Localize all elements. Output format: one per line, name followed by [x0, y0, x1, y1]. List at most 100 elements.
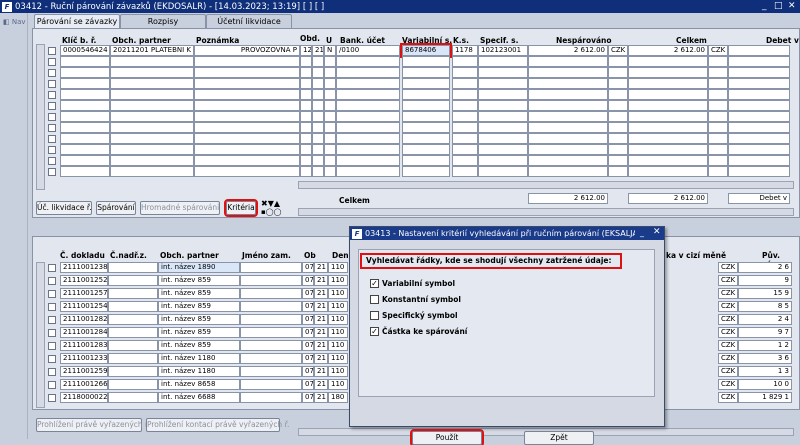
empty-cell[interactable]: [528, 100, 608, 111]
sort-radio-group[interactable]: ▪◯◯: [261, 208, 281, 216]
empty-cell[interactable]: [60, 100, 110, 111]
cell-jmeno[interactable]: [240, 301, 302, 312]
row-checkbox[interactable]: [48, 69, 56, 77]
empty-cell[interactable]: [452, 155, 478, 166]
cell-cur[interactable]: CZK: [718, 366, 738, 377]
empty-cell[interactable]: [110, 111, 194, 122]
cell-cur[interactable]: CZK: [718, 379, 738, 390]
empty-cell[interactable]: [452, 89, 478, 100]
cell-doc[interactable]: 2111001283: [60, 340, 108, 351]
tab-parovani[interactable]: Párování se závazky: [34, 14, 120, 29]
empty-cell[interactable]: [608, 56, 628, 67]
empty-cell[interactable]: [628, 78, 708, 89]
top-left-scrollbar[interactable]: [36, 44, 45, 190]
empty-cell[interactable]: [194, 155, 300, 166]
cell-jmeno[interactable]: [240, 392, 302, 403]
apply-button[interactable]: Použít: [410, 429, 484, 445]
empty-cell[interactable]: [708, 166, 728, 177]
cell-per[interactable]: 21: [314, 340, 328, 351]
empty-cell[interactable]: [402, 56, 450, 67]
empty-cell[interactable]: [336, 56, 400, 67]
cell-nadr[interactable]: [108, 262, 158, 273]
cell-debet[interactable]: [728, 45, 790, 56]
criteria-option[interactable]: Specifický symbol: [370, 311, 570, 322]
cell-den[interactable]: 110: [328, 379, 348, 390]
cell-jmeno[interactable]: [240, 379, 302, 390]
empty-cell[interactable]: [336, 122, 400, 133]
cell-den[interactable]: 110: [328, 301, 348, 312]
cell-den[interactable]: 110: [328, 327, 348, 338]
empty-cell[interactable]: [336, 78, 400, 89]
empty-cell[interactable]: [478, 89, 528, 100]
hromadne-button[interactable]: Hromadné spárování: [140, 201, 220, 215]
cell-den[interactable]: 180: [328, 392, 348, 403]
cell-jmeno[interactable]: [240, 262, 302, 273]
nav-toggle[interactable]: ◧ Nav: [3, 18, 26, 26]
empty-cell[interactable]: [110, 122, 194, 133]
empty-cell[interactable]: [608, 133, 628, 144]
empty-cell[interactable]: [60, 67, 110, 78]
criteria-option[interactable]: ✓ Částka ke spárování: [370, 327, 570, 338]
empty-cell[interactable]: [528, 67, 608, 78]
cell-total[interactable]: 2 612.00: [628, 45, 708, 56]
row-checkbox[interactable]: [48, 264, 56, 272]
cell-per[interactable]: 21: [314, 301, 328, 312]
cell-den[interactable]: 110: [328, 275, 348, 286]
parovani-button[interactable]: Spárování: [96, 201, 136, 215]
empty-cell[interactable]: [110, 166, 194, 177]
empty-cell[interactable]: [528, 89, 608, 100]
empty-cell[interactable]: [478, 100, 528, 111]
cell-jmeno[interactable]: [240, 275, 302, 286]
checkbox-icon[interactable]: [370, 311, 379, 320]
cell-doc[interactable]: 2111001266: [60, 379, 108, 390]
empty-cell[interactable]: [324, 67, 336, 78]
cell-amt[interactable]: 3 6: [738, 353, 792, 364]
empty-cell[interactable]: [60, 111, 110, 122]
cell-ob[interactable]: 07: [302, 366, 314, 377]
empty-cell[interactable]: [452, 78, 478, 89]
cell-per[interactable]: 21: [314, 353, 328, 364]
back-button[interactable]: Zpět: [524, 431, 594, 445]
cell-cur[interactable]: CZK: [718, 327, 738, 338]
checkbox-icon[interactable]: [370, 295, 379, 304]
empty-cell[interactable]: [312, 166, 324, 177]
empty-cell[interactable]: [60, 89, 110, 100]
empty-cell[interactable]: [452, 166, 478, 177]
empty-cell[interactable]: [608, 89, 628, 100]
criteria-option[interactable]: Konstantní symbol: [370, 295, 570, 306]
cell-amt[interactable]: 2 4: [738, 314, 792, 325]
empty-cell[interactable]: [300, 133, 312, 144]
empty-cell[interactable]: [110, 155, 194, 166]
cell-doc[interactable]: 2111001259: [60, 366, 108, 377]
bottom-left-scrollbar[interactable]: [36, 262, 45, 408]
empty-cell[interactable]: [324, 78, 336, 89]
cell-var-symbol[interactable]: 8678406: [400, 43, 452, 58]
empty-cell[interactable]: [402, 122, 450, 133]
empty-cell[interactable]: [452, 133, 478, 144]
empty-cell[interactable]: [312, 144, 324, 155]
empty-cell[interactable]: [402, 133, 450, 144]
empty-cell[interactable]: [728, 122, 790, 133]
row-checkbox[interactable]: [48, 157, 56, 165]
cell-currency2[interactable]: CZK: [708, 45, 728, 56]
cell-cur[interactable]: CZK: [718, 314, 738, 325]
empty-cell[interactable]: [628, 56, 708, 67]
cell-ob[interactable]: 07: [302, 301, 314, 312]
cell-per[interactable]: 21: [314, 366, 328, 377]
empty-cell[interactable]: [300, 100, 312, 111]
cell-amt[interactable]: 1 3: [738, 366, 792, 377]
top-horizontal-scrollbar[interactable]: [298, 181, 794, 189]
cell-doc[interactable]: 2118000022: [60, 392, 108, 403]
cell-nadr[interactable]: [108, 379, 158, 390]
empty-cell[interactable]: [608, 67, 628, 78]
empty-cell[interactable]: [336, 100, 400, 111]
cell-b-partner[interactable]: int. název 859: [158, 314, 240, 325]
dialog-minimize-icon[interactable]: _: [640, 228, 644, 237]
empty-cell[interactable]: [324, 133, 336, 144]
cell-ob[interactable]: 07: [302, 392, 314, 403]
empty-cell[interactable]: [336, 133, 400, 144]
cell-nadr[interactable]: [108, 392, 158, 403]
cell-ob[interactable]: 07: [302, 327, 314, 338]
empty-cell[interactable]: [708, 100, 728, 111]
empty-cell[interactable]: [312, 100, 324, 111]
